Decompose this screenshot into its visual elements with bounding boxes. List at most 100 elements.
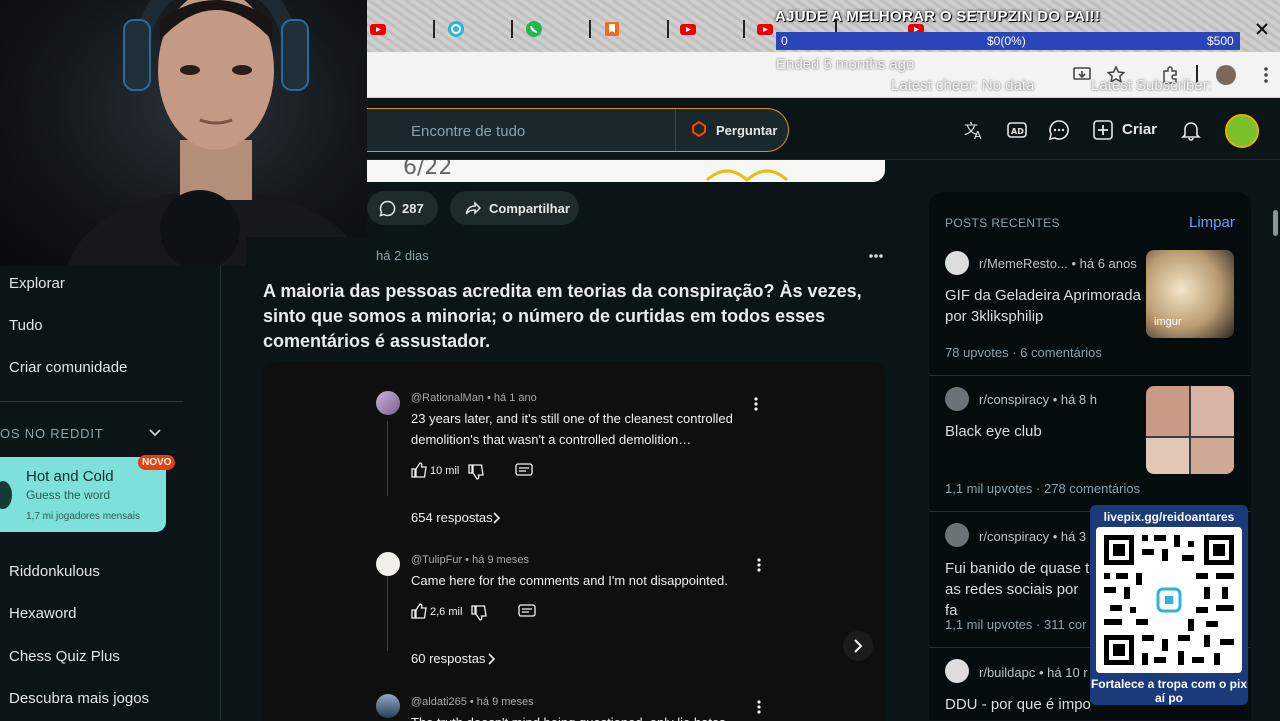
app-tab-icon[interactable]: [447, 20, 465, 38]
dislike-icon[interactable]: [468, 464, 484, 480]
sidebar-item-explore[interactable]: Explorar: [9, 275, 65, 292]
streamer-webcam-image: [67, 0, 365, 266]
divider: [929, 375, 1251, 376]
post-timestamp: há 2 dias: [376, 248, 429, 263]
sidebar-item-all[interactable]: Tudo: [9, 317, 43, 334]
sidebar-game-riddonkulous[interactable]: Riddonkulous: [9, 563, 100, 580]
thread-line: [387, 421, 388, 496]
youtube-tab-icon[interactable]: [679, 20, 697, 38]
recent-post-title[interactable]: Black eye club: [945, 421, 1145, 442]
chrome-menu-icon[interactable]: [1256, 65, 1276, 85]
thumbnail-domain-label: imgur: [1154, 316, 1182, 328]
notifications-bell-icon[interactable]: [1180, 119, 1202, 141]
search-input[interactable]: Encontre de tudo: [411, 123, 525, 140]
ask-button-label: Perguntar: [716, 123, 778, 138]
whatsapp-tab-icon[interactable]: [525, 20, 543, 38]
comment-count: 311 cor: [1044, 617, 1087, 632]
chat-icon[interactable]: [1048, 119, 1070, 141]
upvote-count: 1,1 mil upvotes: [945, 617, 1033, 632]
youtube-tab-icon[interactable]: [369, 20, 387, 38]
comments-button[interactable]: 287: [367, 191, 438, 225]
post-time: há 6 anos: [1079, 256, 1137, 271]
replies-link[interactable]: 60 respostas: [411, 651, 485, 666]
comment-time: há 1 ano: [493, 392, 537, 404]
featured-game-card[interactable]: Hot and Cold Guess the word 1,7 mi jogad…: [0, 455, 176, 532]
thread-line: [387, 576, 388, 651]
advertise-icon[interactable]: AD: [1006, 119, 1028, 141]
reddit-header: Encontre de tudo Perguntar 文A AD Criar: [367, 100, 1280, 160]
recent-post-title[interactable]: Fui banido de quase t as redes sociais p…: [945, 558, 1095, 621]
upvote-count: 78 upvotes: [945, 345, 1009, 360]
share-button[interactable]: Compartilhar: [450, 191, 579, 225]
close-window-icon[interactable]: [1253, 20, 1271, 38]
previous-post-image[interactable]: 6/22: [367, 160, 885, 182]
dislike-icon[interactable]: [471, 605, 487, 621]
comment-time: há 9 meses: [472, 554, 529, 566]
youtube-tab-icon[interactable]: [756, 20, 774, 38]
chevron-right-icon: [487, 653, 495, 665]
subreddit-icon: [945, 523, 969, 547]
install-app-icon[interactable]: [1072, 65, 1092, 85]
sidebar-more-games[interactable]: Descubra mais jogos: [9, 690, 149, 707]
comment-options-icon[interactable]: [756, 558, 762, 572]
share-label: Compartilhar: [489, 201, 570, 216]
recent-post-title[interactable]: GIF da Geladeira Aprimorada por 3kliksph…: [945, 285, 1145, 327]
subreddit-name[interactable]: r/conspiracy: [979, 529, 1049, 544]
clear-recent-button[interactable]: Limpar: [1189, 214, 1235, 231]
user-avatar[interactable]: [1225, 114, 1259, 148]
carousel-next-button[interactable]: [843, 631, 873, 661]
comment-avatar: [376, 391, 400, 415]
qr-cta-label: Fortalece a tropa com o pix aí po: [1090, 677, 1248, 705]
recent-post-thumbnail[interactable]: [1146, 386, 1234, 474]
comment-options-icon[interactable]: [756, 700, 762, 714]
svg-text:A: A: [974, 129, 982, 141]
left-sidebar: Explorar Tudo Criar comunidade OS NO RED…: [0, 266, 221, 720]
post-title[interactable]: A maioria das pessoas acredita em teoria…: [263, 279, 873, 354]
chevron-down-icon[interactable]: [148, 426, 162, 440]
post-time: há 3: [1060, 529, 1087, 544]
sidebar-item-create-community[interactable]: Criar comunidade: [9, 359, 127, 376]
recent-post-thumbnail[interactable]: imgur: [1146, 250, 1234, 338]
goal-current: $0(0%): [987, 34, 1026, 48]
ask-button[interactable]: Perguntar: [675, 109, 787, 151]
tab-separator: [667, 20, 669, 38]
create-button-label[interactable]: Criar: [1122, 121, 1157, 138]
sidebar-game-chess-quiz[interactable]: Chess Quiz Plus: [9, 648, 120, 665]
replies-link[interactable]: 654 respostas: [411, 510, 493, 525]
bookmark-tab-icon[interactable]: [603, 20, 621, 38]
search-bar[interactable]: Encontre de tudo Perguntar: [367, 108, 789, 152]
like-count: 10 mil: [430, 465, 460, 477]
page-scrollbar[interactable]: [1273, 210, 1278, 236]
latest-subscriber-text: Latest Subscriber:: [1091, 77, 1212, 94]
reply-icon[interactable]: [515, 463, 533, 479]
post-options-icon[interactable]: [868, 253, 884, 259]
games-section-label[interactable]: OS NO REDDIT: [0, 426, 104, 441]
svg-text:6/22: 6/22: [403, 160, 452, 180]
subreddit-name[interactable]: r/conspiracy: [979, 392, 1049, 407]
subreddit-icon: [945, 251, 969, 275]
post-card[interactable]: há 2 dias A maioria das pessoas acredita…: [246, 237, 901, 721]
translate-icon[interactable]: 文A: [963, 119, 985, 141]
goal-ended-text: Ended 5 months ago: [776, 56, 915, 73]
recent-posts-title: POSTS RECENTES: [945, 216, 1060, 230]
comment-time: há 9 meses: [476, 696, 534, 708]
like-icon[interactable]: [411, 462, 427, 478]
comment-count: 278 comentários: [1044, 481, 1141, 496]
game-title: Hot and Cold: [26, 468, 114, 485]
embedded-comments-screenshot[interactable]: @RationalMan • há 1 ano 23 years later, …: [263, 361, 885, 721]
like-icon[interactable]: [411, 603, 427, 619]
chevron-right-icon: [492, 512, 500, 524]
reply-icon[interactable]: [518, 604, 536, 620]
subreddit-name[interactable]: r/MemeResto...: [979, 256, 1068, 271]
subreddit-name[interactable]: r/buildapc: [979, 665, 1035, 680]
game-players: 1,7 mi jogadores mensais: [26, 511, 140, 522]
sidebar-game-hexaword[interactable]: Hexaword: [9, 605, 77, 622]
subreddit-icon: [945, 659, 969, 683]
sidebar-divider: [0, 401, 183, 402]
profile-avatar[interactable]: [1216, 65, 1236, 85]
comment-options-icon[interactable]: [753, 397, 759, 411]
create-plus-icon[interactable]: [1092, 119, 1114, 141]
comment-author: @TulipFur: [411, 554, 463, 566]
latest-cheer-text: Latest cheer: No data: [891, 77, 1035, 94]
upvote-count: 1,1 mil upvotes: [945, 481, 1033, 496]
